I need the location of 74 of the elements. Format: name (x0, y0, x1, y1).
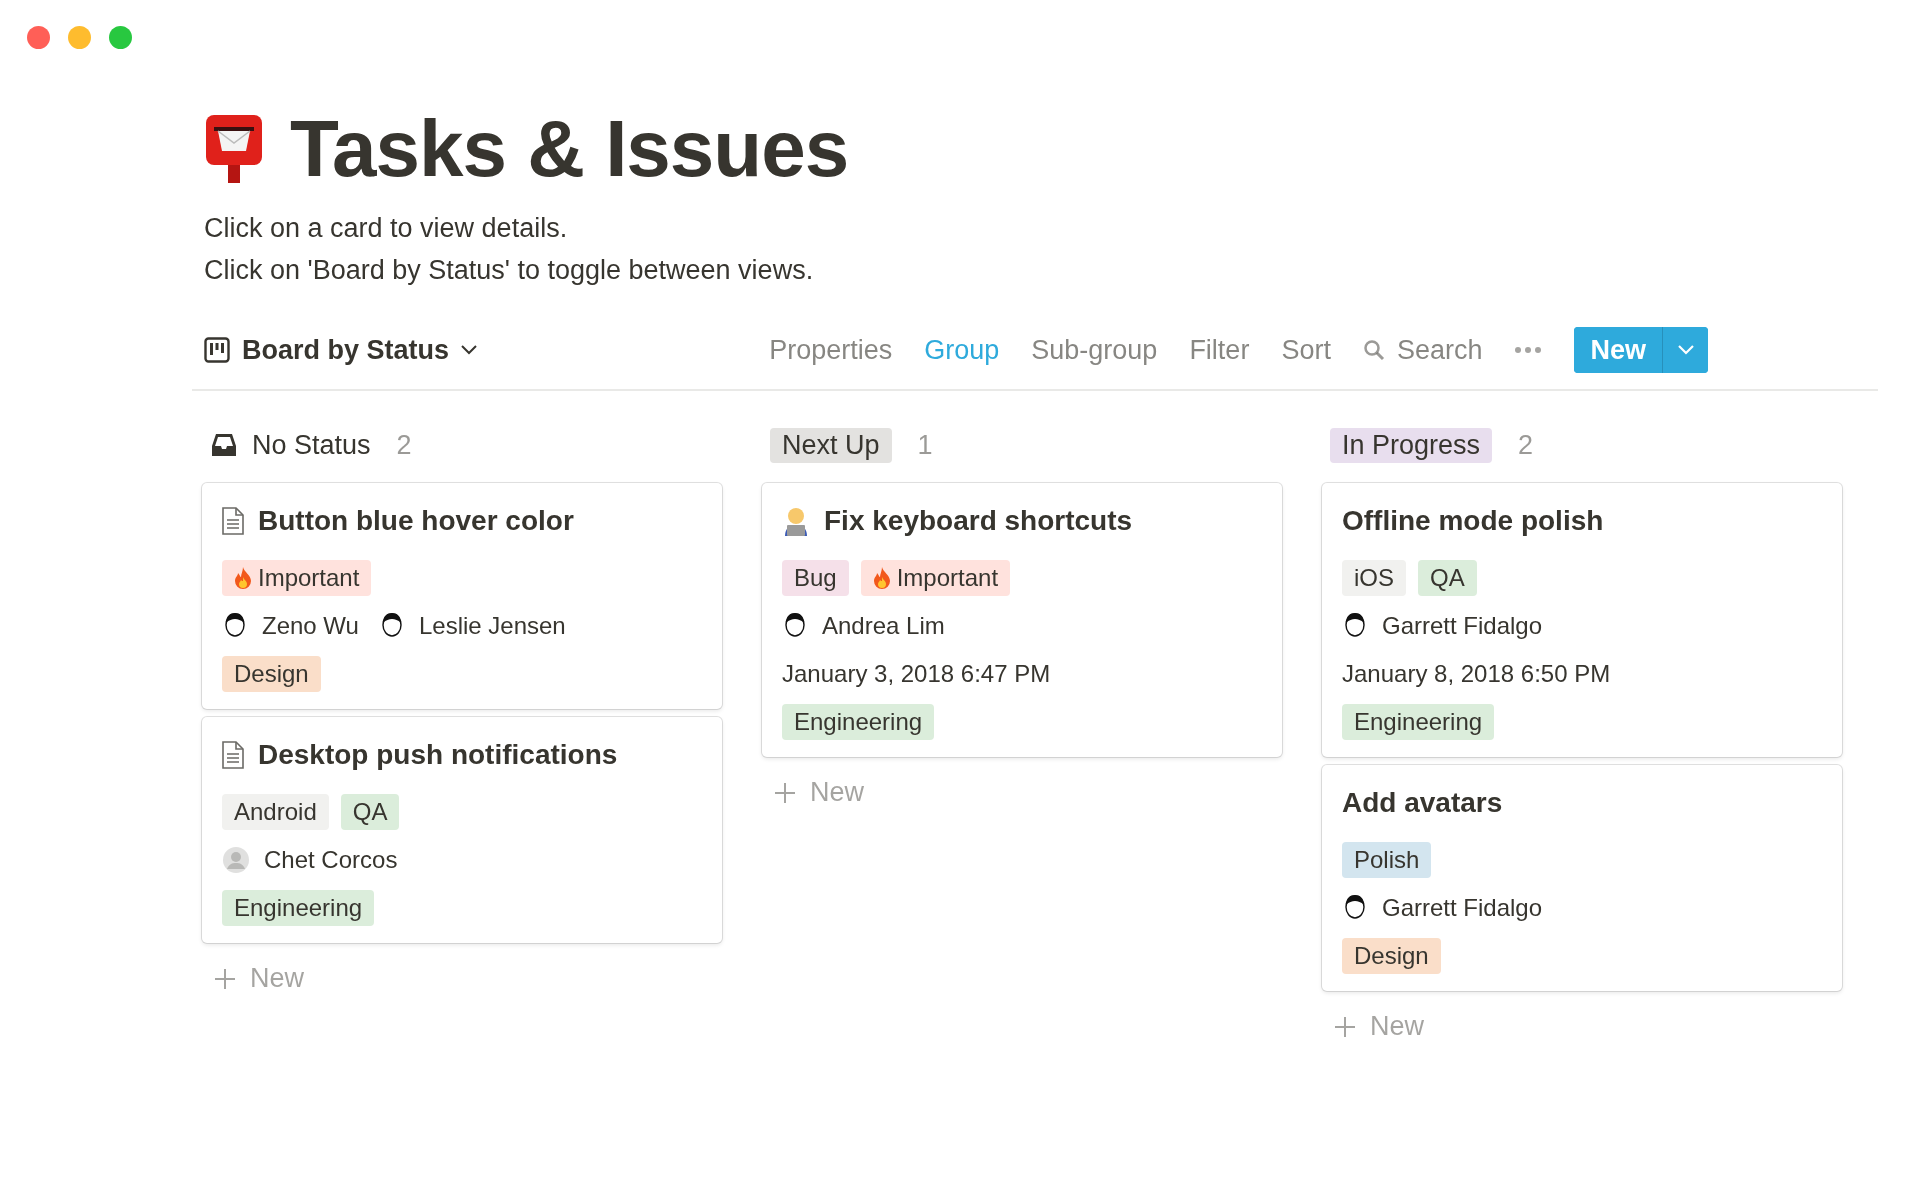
task-card[interactable]: Add avatars Polish Garrett Fidalgo Design (1322, 765, 1842, 991)
add-card-button[interactable]: New (202, 951, 316, 1006)
tag-label: Engineering (1354, 708, 1483, 736)
tag-label: QA (1430, 564, 1465, 592)
toolbar-button[interactable]: Filter (1189, 334, 1250, 366)
tag-label: QA (352, 798, 388, 826)
tag-label: Bug (794, 564, 837, 592)
task-card[interactable]: Button blue hover color Important Zeno Wu Leslie Jensen Design (202, 483, 722, 709)
person-name: Garrett Fidalgo (1382, 894, 1543, 922)
toolbar-button[interactable]: Group (924, 334, 1000, 366)
tag-label: Engineering (794, 708, 923, 736)
description-text: Click on a card to view details. (204, 212, 569, 245)
flame-icon (872, 567, 891, 589)
chevron-down-icon (461, 345, 478, 355)
tag-label: Important (258, 564, 360, 592)
column-title: Next Up (770, 427, 892, 463)
column-title: In Progress (1330, 427, 1493, 463)
postbox-icon (204, 113, 264, 185)
card-title: Fix keyboard shortcuts (824, 505, 1133, 537)
board-icon (204, 337, 230, 363)
tag-label: Important (896, 564, 999, 592)
task-card[interactable]: Fix keyboard shortcuts Bug Important Andrea Lim January 3, 2018 6:47 PM Engineering (762, 483, 1282, 757)
window-minimize-button[interactable] (68, 26, 91, 49)
more-icon[interactable] (1514, 346, 1543, 354)
date-text: January 3, 2018 6:47 PM (782, 660, 1051, 688)
tag-label: Polish (1354, 846, 1420, 874)
tag-label: Design (234, 660, 309, 688)
new-options-button[interactable] (1662, 327, 1708, 373)
avatar-icon (1342, 612, 1368, 640)
chevron-down-icon (1677, 345, 1694, 355)
add-card-button[interactable]: New (762, 765, 876, 820)
avatar-icon (222, 612, 248, 640)
view-selector[interactable]: Board by Status (204, 334, 478, 366)
avatar-icon (222, 846, 250, 874)
column-count: 1 (917, 429, 933, 461)
card-title: Add avatars (1342, 787, 1503, 819)
card-title: Offline mode polish (1342, 505, 1604, 537)
search-icon (1362, 339, 1385, 361)
plus-icon (774, 781, 796, 804)
avatar-icon (782, 612, 808, 640)
column-title: No Status (252, 428, 371, 462)
add-card-button[interactable]: New (1322, 999, 1436, 1054)
plus-icon (1334, 1015, 1356, 1038)
card-title: Button blue hover color (258, 505, 574, 537)
description-text: Click on 'Board by Status' to toggle between views. (204, 254, 815, 287)
person-name: Garrett Fidalgo (1382, 612, 1543, 640)
tag-label: iOS (1354, 564, 1394, 592)
plus-icon (214, 967, 236, 990)
date-text: January 8, 2018 6:50 PM (1342, 660, 1611, 688)
window-zoom-button[interactable] (109, 26, 132, 49)
search-button[interactable]: Search (1362, 334, 1483, 366)
toolbar-button[interactable]: Sub-group (1031, 334, 1158, 366)
avatar-icon (1342, 894, 1368, 922)
column-count: 2 (396, 429, 412, 461)
tag-label: Android (234, 798, 317, 826)
window-close-button[interactable] (27, 26, 50, 49)
person-laptop-icon (782, 506, 810, 536)
task-card[interactable]: Offline mode polish iOS QA Garrett Fidalgo January 8, 2018 6:50 PM Engineering (1322, 483, 1842, 757)
person-name: Andrea Lim (822, 612, 945, 640)
page-title: Tasks & Issues (290, 103, 849, 195)
flame-icon (234, 567, 252, 589)
person-name: Leslie Jensen (418, 612, 566, 640)
toolbar-button[interactable]: Properties (769, 334, 893, 366)
document-icon (222, 507, 244, 535)
toolbar-button[interactable]: Sort (1281, 334, 1331, 366)
column-count: 2 (1518, 429, 1534, 461)
document-icon (222, 741, 244, 769)
card-title: Desktop push notifications (258, 739, 618, 771)
tag-label: Design (1354, 942, 1429, 970)
tag-label: Engineering (234, 894, 363, 922)
inbox-icon (210, 432, 238, 458)
task-card[interactable]: Desktop push notifications Android QA Chet Corcos Engineering (202, 717, 722, 943)
person-name: Zeno Wu (262, 612, 359, 640)
person-name: Chet Corcos (264, 846, 398, 874)
